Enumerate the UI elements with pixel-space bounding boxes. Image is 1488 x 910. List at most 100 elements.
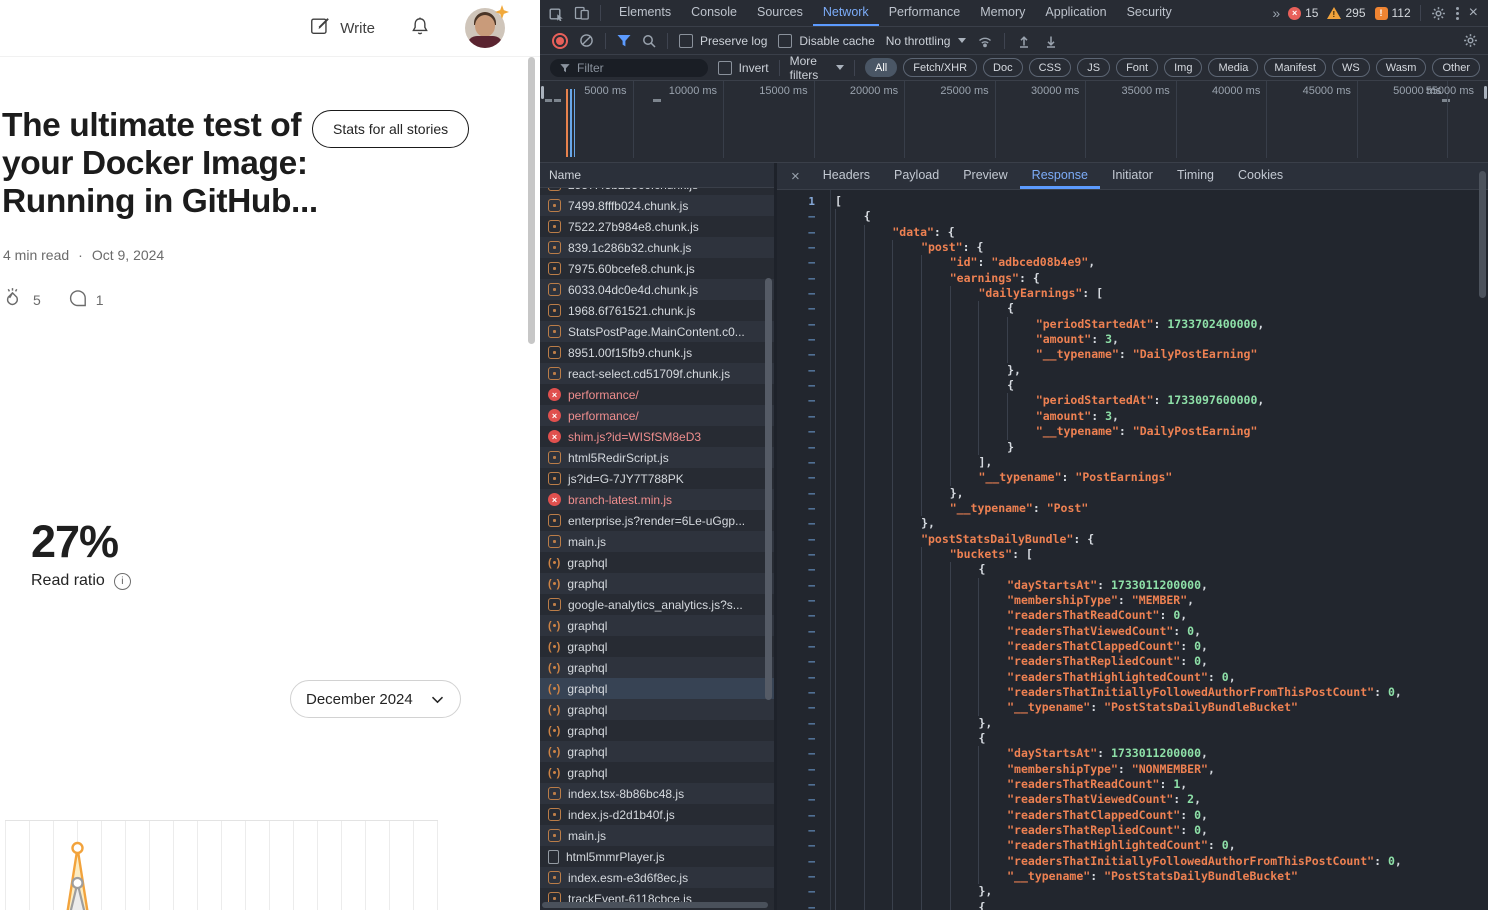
response-scrollbar[interactable] — [1479, 171, 1486, 298]
request-row[interactable]: ()graphql — [540, 636, 774, 657]
request-row[interactable]: ()graphql — [540, 573, 774, 594]
fold-marker-icon[interactable]: – — [777, 624, 830, 639]
fold-marker-icon[interactable]: – — [777, 823, 830, 838]
fold-marker-icon[interactable]: – — [777, 455, 830, 470]
fold-marker-icon[interactable]: – — [777, 209, 830, 224]
filter-type-wasm[interactable]: Wasm — [1376, 58, 1427, 77]
request-row[interactable]: 7975.60bcefe8.chunk.js — [540, 258, 774, 279]
more-tabs-icon[interactable]: » — [1272, 5, 1280, 21]
fold-marker-icon[interactable]: – — [777, 378, 830, 393]
request-row[interactable]: ()graphql — [540, 762, 774, 783]
devtools-tab-performance[interactable]: Performance — [879, 0, 971, 26]
fold-marker-icon[interactable]: – — [777, 578, 830, 593]
fold-marker-icon[interactable]: – — [777, 301, 830, 316]
fold-marker-icon[interactable]: – — [777, 854, 830, 869]
more-filters-button[interactable]: More filters — [790, 54, 844, 82]
issues-badge[interactable]: ! 112 — [1375, 6, 1411, 20]
request-row[interactable]: ()graphql — [540, 720, 774, 741]
request-row[interactable]: ()graphql — [540, 552, 774, 573]
kebab-menu-icon[interactable] — [1448, 7, 1467, 20]
fold-marker-icon[interactable]: – — [777, 393, 830, 408]
request-row[interactable]: enterprise.js?render=6Le-uGgp... — [540, 510, 774, 531]
avatar[interactable] — [465, 8, 505, 48]
filter-input[interactable]: Filter — [550, 59, 708, 77]
filter-type-other[interactable]: Other — [1432, 58, 1480, 77]
fold-marker-icon[interactable]: – — [777, 409, 830, 424]
filter-type-css[interactable]: CSS — [1029, 58, 1072, 77]
inspect-element-icon[interactable] — [549, 6, 564, 21]
request-row[interactable]: main.js — [540, 531, 774, 552]
fold-marker-icon[interactable]: – — [777, 271, 830, 286]
fold-marker-icon[interactable]: – — [777, 608, 830, 623]
request-row[interactable]: google-analytics_analytics.js?s... — [540, 594, 774, 615]
detail-tab-headers[interactable]: Headers — [811, 163, 882, 189]
stats-for-all-stories-button[interactable]: Stats for all stories — [312, 110, 469, 148]
network-settings-gear-icon[interactable] — [1463, 33, 1478, 48]
response-code[interactable]: 1[–{–"data": {–"post": {–"id": "adbced08… — [777, 190, 1488, 910]
fold-marker-icon[interactable]: – — [777, 884, 830, 899]
devtools-tab-memory[interactable]: Memory — [970, 0, 1035, 26]
devtools-tab-network[interactable]: Network — [813, 0, 879, 26]
filter-type-media[interactable]: Media — [1208, 58, 1258, 77]
fold-marker-icon[interactable]: – — [777, 777, 830, 792]
search-icon[interactable] — [642, 34, 656, 48]
request-row[interactable]: html5RedirScript.js — [540, 447, 774, 468]
request-row[interactable]: ×performance/ — [540, 384, 774, 405]
request-row[interactable]: ×branch-latest.min.js — [540, 489, 774, 510]
filter-type-manifest[interactable]: Manifest — [1264, 58, 1326, 77]
request-row[interactable]: ()graphql — [540, 615, 774, 636]
request-row[interactable]: index.esm-e3d6f8ec.js — [540, 867, 774, 888]
settings-gear-icon[interactable] — [1431, 6, 1446, 21]
request-row[interactable]: ×shim.js?id=WISfSM8eD3 — [540, 426, 774, 447]
request-row[interactable]: ()graphql — [540, 657, 774, 678]
request-row[interactable]: index.js-d2d1b40f.js — [540, 804, 774, 825]
filter-type-img[interactable]: Img — [1164, 58, 1202, 77]
fold-marker-icon[interactable]: – — [777, 332, 830, 347]
filter-type-fetchxhr[interactable]: Fetch/XHR — [903, 58, 977, 77]
console-warnings-badge[interactable]: ! 295 — [1327, 6, 1365, 20]
throttling-select[interactable]: No throttling — [886, 34, 967, 48]
record-network-log-button[interactable] — [552, 33, 568, 49]
request-row[interactable]: 839.1c286b32.chunk.js — [540, 237, 774, 258]
network-conditions-icon[interactable] — [977, 33, 993, 48]
timeline-right-handle[interactable] — [1484, 86, 1487, 99]
fold-marker-icon[interactable]: – — [777, 762, 830, 777]
notifications-bell[interactable] — [409, 15, 431, 42]
claps-count[interactable]: 5 — [33, 292, 41, 308]
disable-cache-toggle[interactable]: Disable cache — [778, 34, 874, 48]
fold-marker-icon[interactable]: – — [777, 286, 830, 301]
detail-tab-timing[interactable]: Timing — [1165, 163, 1226, 189]
fold-marker-icon[interactable]: – — [777, 255, 830, 270]
console-errors-badge[interactable]: × 15 — [1288, 6, 1318, 20]
device-toolbar-icon[interactable] — [574, 5, 590, 21]
devtools-tab-elements[interactable]: Elements — [609, 0, 681, 26]
filter-type-all[interactable]: All — [865, 58, 897, 77]
request-list-horizontal-scrollbar[interactable] — [542, 902, 768, 908]
fold-marker-icon[interactable]: – — [777, 440, 830, 455]
filter-type-js[interactable]: JS — [1077, 58, 1110, 77]
request-row[interactable]: index.tsx-8b86bc48.js — [540, 783, 774, 804]
fold-marker-icon[interactable]: – — [777, 424, 830, 439]
detail-tab-response[interactable]: Response — [1020, 163, 1100, 189]
fold-marker-icon[interactable]: – — [777, 547, 830, 562]
detail-tab-payload[interactable]: Payload — [882, 163, 951, 189]
fold-marker-icon[interactable]: – — [777, 670, 830, 685]
fold-marker-icon[interactable]: – — [777, 486, 830, 501]
detail-tab-initiator[interactable]: Initiator — [1100, 163, 1165, 189]
clear-network-log-icon[interactable] — [579, 33, 594, 48]
responses-count[interactable]: 1 — [96, 292, 104, 308]
request-row[interactable]: 8951.00f15fb9.chunk.js — [540, 342, 774, 363]
write-button[interactable]: Write — [309, 15, 375, 41]
request-row[interactable]: ()graphql — [540, 699, 774, 720]
month-selector[interactable]: December 2024 — [290, 680, 461, 718]
fold-marker-icon[interactable]: – — [777, 685, 830, 700]
fold-marker-icon[interactable]: – — [777, 731, 830, 746]
request-row[interactable]: 7522.27b984e8.chunk.js — [540, 216, 774, 237]
import-har-icon[interactable] — [1016, 33, 1032, 49]
filter-type-ws[interactable]: WS — [1332, 58, 1370, 77]
request-row[interactable]: html5mmrPlayer.js — [540, 846, 774, 867]
request-row[interactable]: ×performance/ — [540, 405, 774, 426]
fold-marker-icon[interactable]: – — [777, 716, 830, 731]
fold-marker-icon[interactable]: – — [777, 532, 830, 547]
export-har-icon[interactable] — [1043, 33, 1059, 49]
